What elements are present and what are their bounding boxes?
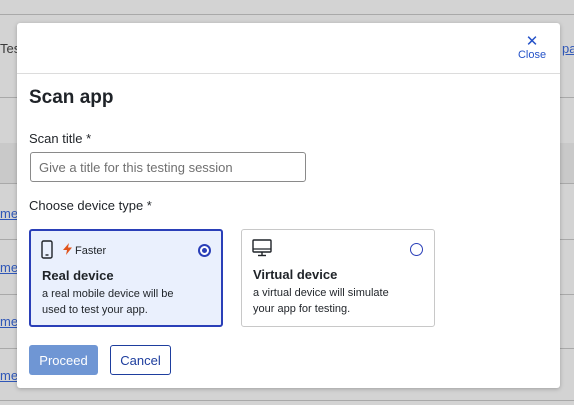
background-row-link: me [0, 260, 19, 275]
dialog-header: ✕ Close [17, 23, 560, 74]
proceed-button[interactable]: Proceed [29, 345, 98, 375]
virtual-device-description: a virtual device will simulate your app … [253, 287, 389, 315]
scan-title-input[interactable] [30, 152, 306, 182]
close-icon: ✕ [525, 33, 539, 50]
background-divider [0, 400, 574, 401]
device-option-real[interactable]: Faster Real device a real mobile device … [29, 229, 223, 327]
mobile-phone-icon [41, 240, 53, 264]
dialog-title: Scan app [29, 87, 114, 108]
device-option-virtual[interactable]: Virtual device a virtual device will sim… [241, 229, 435, 327]
background-divider [0, 14, 574, 15]
real-device-name: Real device [42, 268, 114, 283]
real-device-description: a real mobile device will be used to tes… [42, 288, 174, 316]
cancel-button[interactable]: Cancel [110, 345, 171, 375]
background-row-link: me [0, 206, 19, 221]
scan-title-label: Scan title * [29, 131, 92, 146]
virtual-device-radio[interactable] [410, 243, 423, 256]
lightning-bolt-icon [63, 243, 72, 258]
real-device-radio[interactable] [198, 244, 211, 257]
desktop-monitor-icon [252, 239, 272, 262]
virtual-device-name: Virtual device [253, 267, 338, 282]
scan-app-dialog: ✕ Close Scan app Scan title * Choose dev… [17, 23, 560, 388]
close-label: Close [517, 49, 547, 61]
faster-badge: Faster [63, 243, 106, 258]
background-row-link: me [0, 314, 19, 329]
background-row-link: me [0, 368, 19, 383]
device-type-label: Choose device type * [29, 198, 152, 213]
background-link: pa [562, 41, 574, 56]
faster-badge-label: Faster [75, 244, 107, 257]
close-button[interactable]: ✕ Close [514, 34, 550, 62]
